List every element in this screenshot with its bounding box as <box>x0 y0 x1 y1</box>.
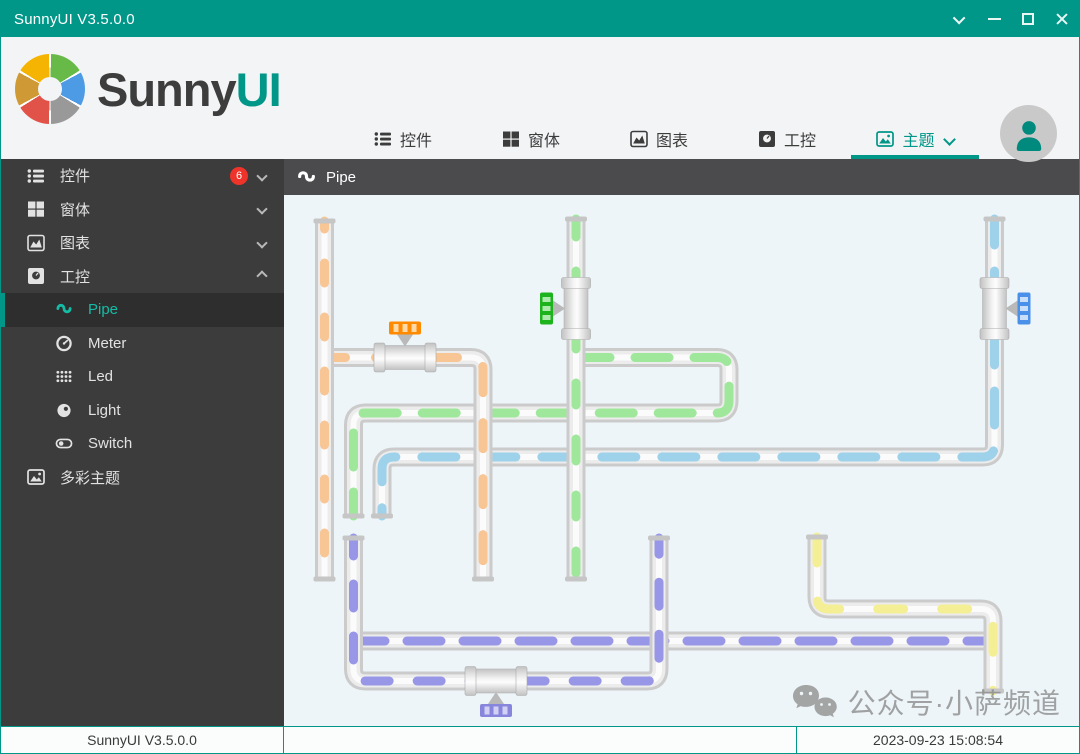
tab-theme[interactable]: 主题 <box>851 119 979 159</box>
sidebar-item-meter[interactable]: Meter <box>1 327 284 361</box>
sidebar-item-label: Light <box>88 402 121 419</box>
minimize-icon <box>988 18 1001 20</box>
user-avatar[interactable] <box>1000 105 1057 162</box>
sidebar-item-switch[interactable]: Switch <box>1 427 284 461</box>
gauge-icon <box>27 267 45 285</box>
tab-controls[interactable]: 控件 <box>339 119 467 159</box>
tab-label: 图表 <box>656 127 688 151</box>
panel-title-bar: Pipe <box>284 159 1079 195</box>
sidebar-item-label: Led <box>88 368 113 385</box>
status-datetime: 2023-09-23 15:08:54 <box>796 727 1079 753</box>
close-button[interactable] <box>1045 1 1079 37</box>
tab-label: 工控 <box>784 127 816 151</box>
led-icon <box>55 368 73 385</box>
brand-secondary: UI <box>236 63 281 116</box>
sidebar-group-label: 窗体 <box>60 199 90 220</box>
sidebar-group-charts[interactable]: 图表 <box>1 226 284 260</box>
close-icon <box>1055 12 1069 26</box>
active-tab-underline <box>851 155 979 159</box>
windows-icon <box>27 200 45 218</box>
tab-industrial[interactable]: 工控 <box>723 119 851 159</box>
chevron-down-icon <box>943 133 956 146</box>
pipe-canvas: 公众号·小萨频道 <box>284 195 1079 726</box>
sidebar-item-label: 多彩主题 <box>60 467 120 488</box>
sidebar-item-label: Meter <box>88 335 126 352</box>
sidebar-group-label: 工控 <box>60 266 90 287</box>
maximize-button[interactable] <box>1011 1 1045 37</box>
brand-primary: Sunny <box>97 63 236 116</box>
brand-logo: SunnyUI <box>15 54 281 124</box>
chevron-up-icon <box>256 271 267 282</box>
gauge-icon <box>758 130 776 148</box>
chevron-down-icon <box>256 170 267 181</box>
pipe-diagram <box>284 195 1079 726</box>
tab-label: 窗体 <box>528 127 560 151</box>
sidebar-item-label: Switch <box>88 435 132 452</box>
chevron-down-icon <box>256 204 267 215</box>
title-bar: SunnyUI V3.5.0.0 <box>1 1 1079 37</box>
sidebar: 控件 6 窗体 图表 工控 Pipe <box>1 159 284 726</box>
chevron-down-icon <box>256 237 267 248</box>
pipe-icon <box>297 168 316 187</box>
sidebar-group-forms[interactable]: 窗体 <box>1 193 284 227</box>
notification-badge: 6 <box>230 167 248 185</box>
meter-icon <box>55 335 73 352</box>
tab-forms[interactable]: 窗体 <box>467 119 595 159</box>
chart-icon <box>27 234 45 252</box>
sidebar-item-label: Pipe <box>88 301 118 318</box>
image-icon <box>876 130 894 148</box>
sidebar-item-colorful-theme[interactable]: 多彩主题 <box>1 461 284 495</box>
chevron-down-icon <box>952 11 965 24</box>
panel-title: Pipe <box>326 169 356 186</box>
titlebar-expand-button[interactable] <box>943 1 977 37</box>
status-bar: SunnyUI V3.5.0.0 2023-09-23 15:08:54 <box>1 726 1079 753</box>
logo-pinwheel-icon <box>15 54 85 124</box>
sidebar-item-pipe[interactable]: Pipe <box>1 293 284 327</box>
person-icon <box>1010 115 1048 153</box>
list-icon <box>27 167 45 185</box>
window-title: SunnyUI V3.5.0.0 <box>1 11 135 28</box>
light-icon <box>55 402 73 419</box>
switch-icon <box>55 435 73 452</box>
list-icon <box>374 130 392 148</box>
tab-label: 控件 <box>400 127 432 151</box>
app-window: SunnyUI V3.5.0.0 SunnyUI 控件 窗体 图表 <box>0 0 1080 754</box>
sidebar-group-industrial[interactable]: 工控 <box>1 260 284 294</box>
main-nav: 控件 窗体 图表 工控 主题 <box>339 119 979 159</box>
minimize-button[interactable] <box>977 1 1011 37</box>
header: SunnyUI 控件 窗体 图表 工控 主题 <box>1 37 1079 159</box>
windows-icon <box>502 130 520 148</box>
image-icon <box>27 468 45 486</box>
main-area: Pipe <box>284 159 1079 726</box>
pipe-icon <box>55 301 73 318</box>
sidebar-group-label: 控件 <box>60 165 90 186</box>
sidebar-group-label: 图表 <box>60 232 90 253</box>
status-middle <box>284 727 796 753</box>
tab-label: 主题 <box>902 127 934 151</box>
status-version: SunnyUI V3.5.0.0 <box>1 727 284 753</box>
chart-icon <box>630 130 648 148</box>
tab-charts[interactable]: 图表 <box>595 119 723 159</box>
sidebar-group-controls[interactable]: 控件 6 <box>1 159 284 193</box>
sidebar-item-led[interactable]: Led <box>1 360 284 394</box>
maximize-icon <box>1022 13 1034 25</box>
sidebar-item-light[interactable]: Light <box>1 394 284 428</box>
brand-name: SunnyUI <box>97 62 281 117</box>
